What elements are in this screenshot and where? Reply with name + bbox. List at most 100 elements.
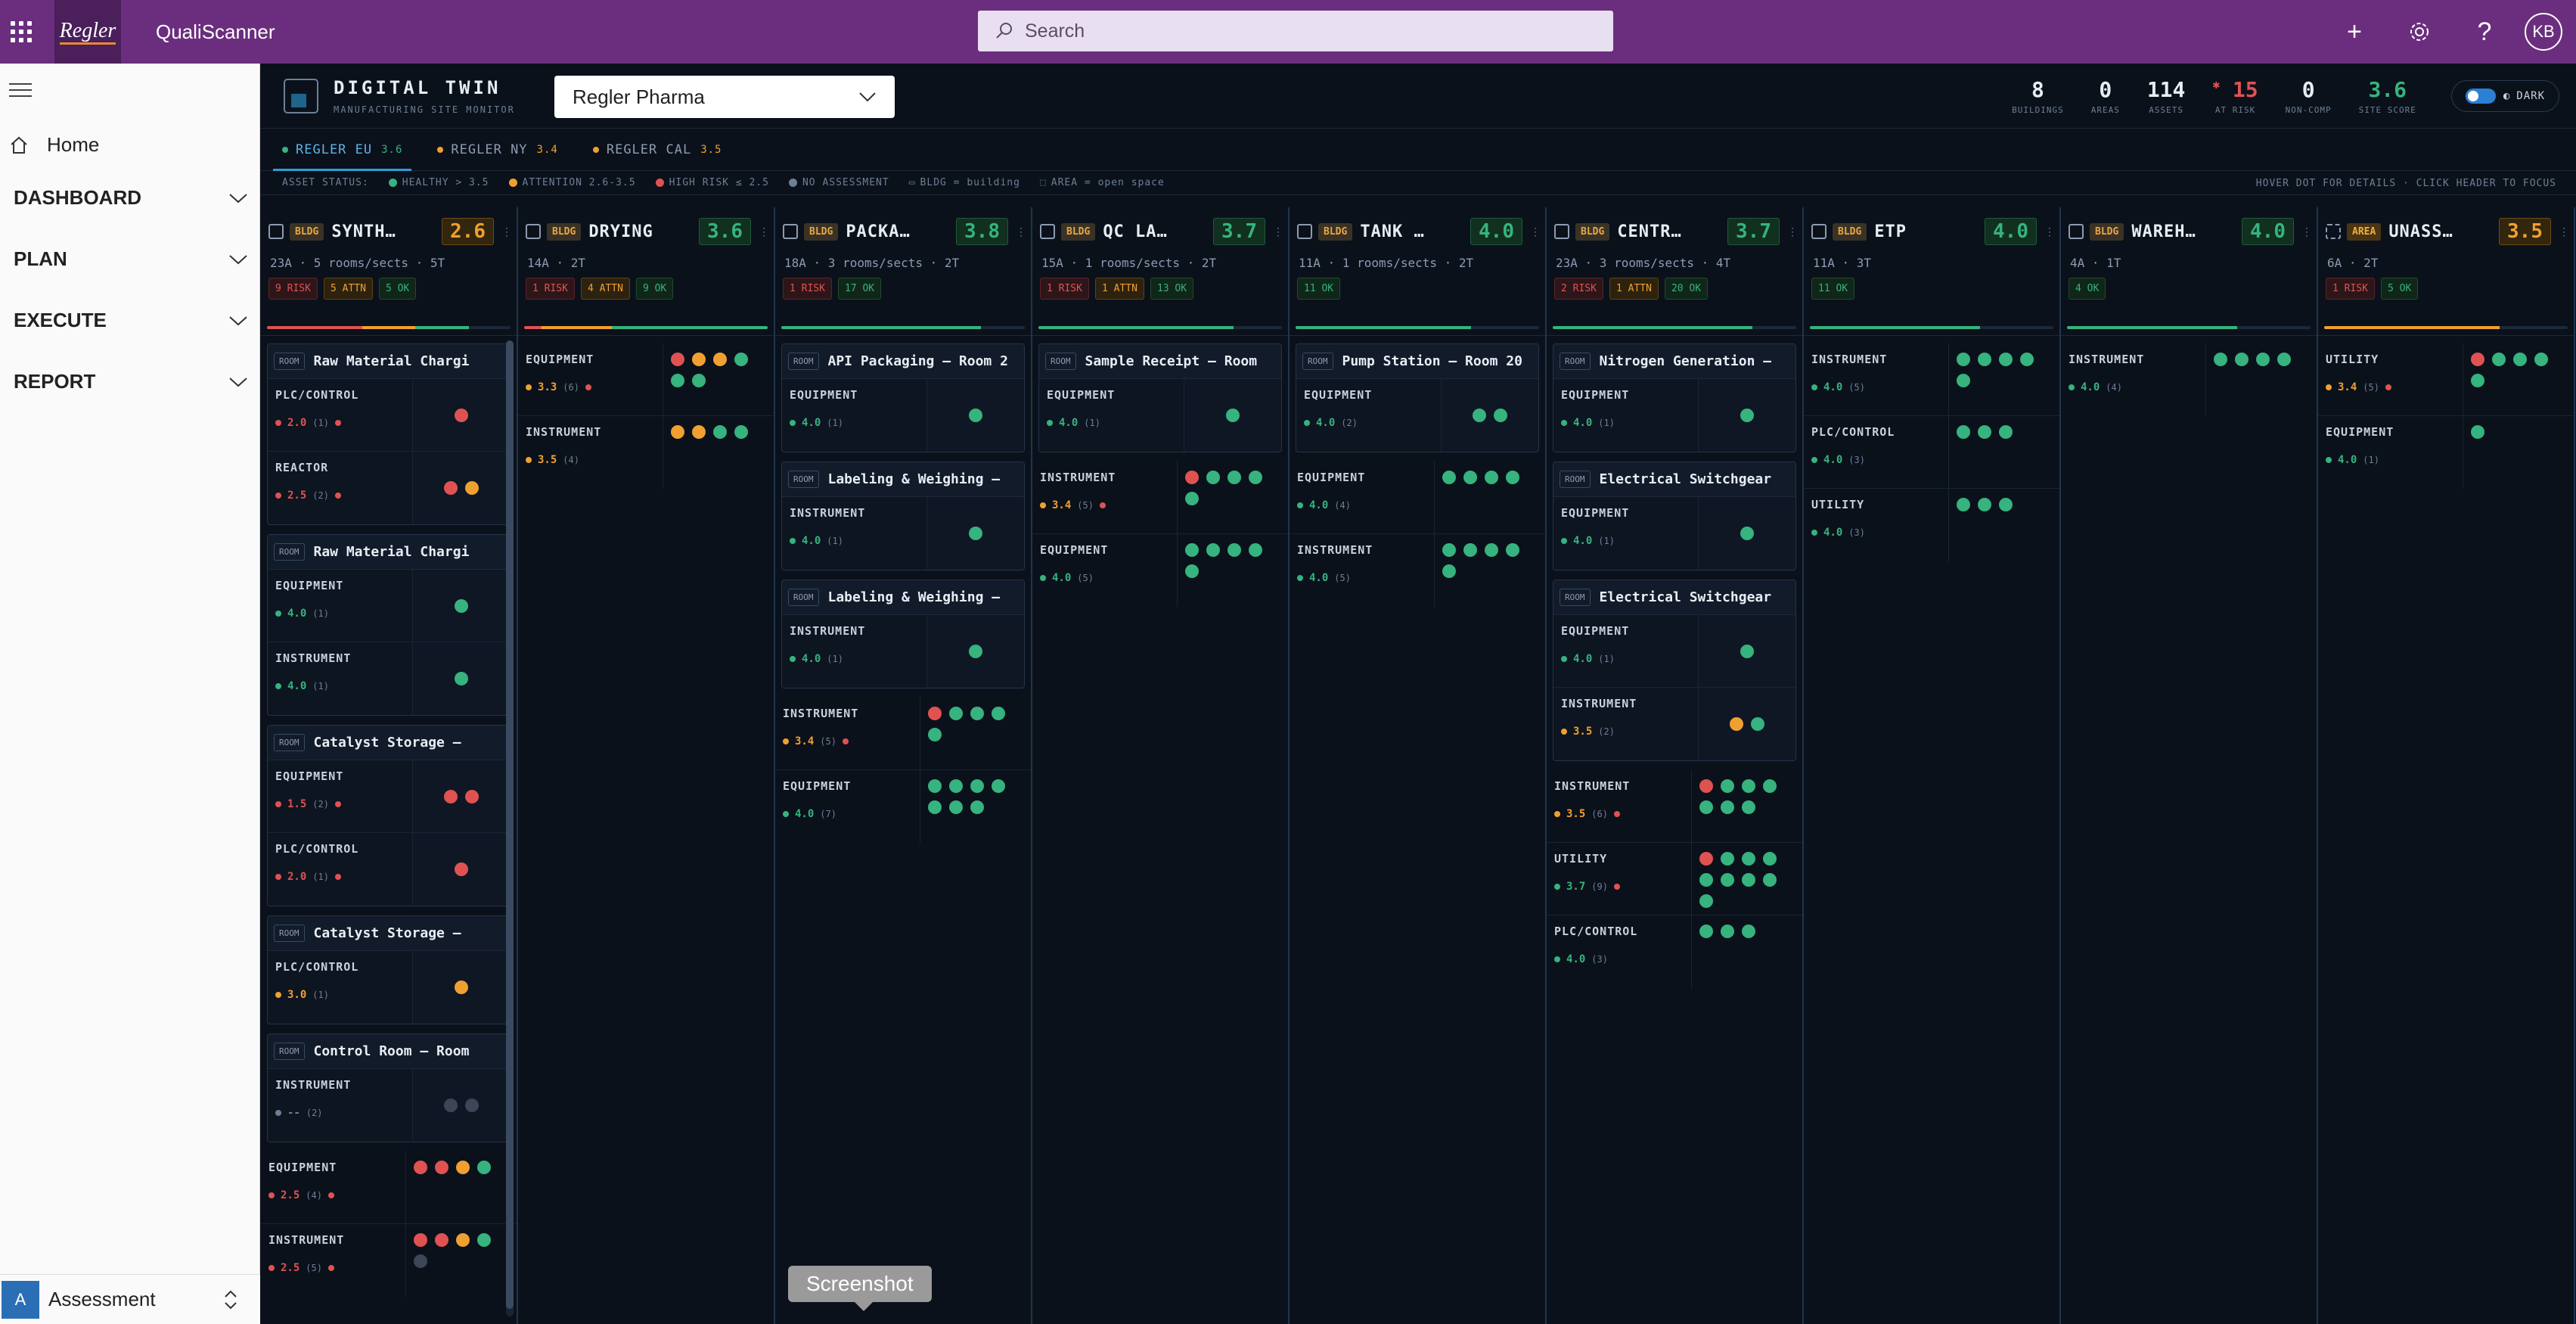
asset-category[interactable]: EQUIPMENT 2.5 (4) [261, 1152, 517, 1224]
nav-group-plan[interactable]: PLAN [14, 247, 248, 271]
asset-dot[interactable] [1721, 779, 1734, 793]
asset-dot[interactable] [1999, 425, 2013, 439]
asset-category[interactable]: INSTRUMENT 3.4 (5) [775, 698, 1031, 770]
asset-dot[interactable] [1249, 471, 1262, 484]
asset-dot[interactable] [1442, 471, 1456, 484]
room-card[interactable]: ROOM Raw Material Chargi EQUIPMENT 4.0 (1) IN… [267, 534, 511, 716]
asset-dot[interactable] [2534, 353, 2548, 366]
building-header[interactable]: BLDG PACKA… 3.8 ⋮ 18A · 3 rooms/sects · 2T 1 … [775, 207, 1031, 336]
room-card[interactable]: ROOM Sample Receipt – Room EQUIPMENT 4.0 (1) [1038, 343, 1282, 452]
building-header[interactable]: AREA UNASS… 3.5 ⋮ 6A · 2T 1 RISK 5 OK [2318, 207, 2574, 336]
asset-dot[interactable] [1442, 543, 1456, 557]
site-select[interactable]: Regler Pharma [554, 76, 895, 118]
asset-dot[interactable] [1978, 353, 1991, 366]
asset-dot[interactable] [435, 1161, 448, 1174]
asset-category[interactable]: INSTRUMENT 4.0 (4) [2061, 343, 2317, 416]
asset-dot[interactable] [456, 1161, 470, 1174]
building-header[interactable]: BLDG SYNTH… 2.6 ⋮ 23A · 5 rooms/sects · 5T 9 … [261, 207, 517, 336]
asset-dot[interactable] [1751, 717, 1764, 731]
asset-dot[interactable] [414, 1254, 427, 1268]
asset-dot[interactable] [1485, 471, 1498, 484]
asset-dot[interactable] [692, 374, 706, 387]
room-header[interactable]: ROOM Catalyst Storage – [268, 916, 510, 951]
asset-dot[interactable] [465, 789, 479, 803]
asset-dot[interactable] [1494, 409, 1507, 422]
room-header[interactable]: ROOM Pump Station – Room 20 [1296, 344, 1538, 379]
asset-category[interactable]: EQUIPMENT 4.0 (1) [782, 379, 1024, 452]
kebab-icon[interactable]: ⋮ [1273, 226, 1283, 238]
room-card[interactable]: ROOM Labeling & Weighing – INSTRUMENT 4.0 (1… [781, 462, 1025, 570]
building-header[interactable]: BLDG ETP 4.0 ⋮ 11A · 3T 11 OK [1804, 207, 2059, 336]
kebab-icon[interactable]: ⋮ [1787, 226, 1798, 238]
asset-dot[interactable] [1763, 852, 1777, 866]
asset-category[interactable]: EQUIPMENT 4.0 (1) [1553, 615, 1795, 688]
asset-dot[interactable] [2020, 353, 2034, 366]
asset-category[interactable]: UTILITY 3.7 (9) [1547, 843, 1802, 915]
asset-dot[interactable] [970, 707, 984, 720]
avatar[interactable]: KB [2525, 13, 2562, 51]
tab-regler-ny[interactable]: REGLER NY 3.4 [437, 129, 557, 171]
asset-category[interactable]: EQUIPMENT 4.0 (5) [1032, 534, 1288, 607]
nav-group-report[interactable]: REPORT [14, 370, 248, 393]
asset-category[interactable]: INSTRUMENT -- (2) [268, 1069, 510, 1142]
asset-dot[interactable] [1721, 852, 1734, 866]
asset-dot[interactable] [949, 779, 963, 793]
kebab-icon[interactable]: ⋮ [2559, 226, 2569, 238]
asset-dot[interactable] [1699, 873, 1713, 887]
nav-home[interactable]: Home [9, 133, 99, 157]
workspace-switcher[interactable]: A Assessment [0, 1274, 260, 1324]
nav-group-dashboard[interactable]: DASHBOARD [14, 186, 248, 210]
asset-category[interactable]: INSTRUMENT 4.0 (1) [782, 615, 1024, 688]
asset-dot[interactable] [1730, 717, 1743, 731]
asset-dot[interactable] [1999, 498, 2013, 511]
asset-dot[interactable] [465, 1099, 479, 1112]
asset-dot[interactable] [1721, 873, 1734, 887]
room-card[interactable]: ROOM Control Room – Room INSTRUMENT -- (2) [267, 1033, 511, 1142]
asset-dot[interactable] [455, 862, 468, 876]
asset-dot[interactable] [1485, 543, 1498, 557]
asset-dot[interactable] [455, 981, 468, 994]
asset-dot[interactable] [1763, 873, 1777, 887]
tab-regler-eu[interactable]: REGLER EU 3.6 [272, 129, 412, 171]
room-card[interactable]: ROOM Labeling & Weighing – INSTRUMENT 4.0 (1… [781, 580, 1025, 688]
asset-category[interactable]: INSTRUMENT 3.5 (4) [518, 416, 774, 489]
asset-dot[interactable] [455, 598, 468, 613]
asset-dot[interactable] [435, 1233, 448, 1247]
room-card[interactable]: ROOM API Packaging – Room 2 EQUIPMENT 4.0 (1… [781, 343, 1025, 452]
asset-category[interactable]: INSTRUMENT 4.0 (5) [1290, 534, 1545, 607]
asset-dot[interactable] [1742, 873, 1755, 887]
asset-category[interactable]: PLC/CONTROL 2.0 (1) [268, 379, 510, 452]
kebab-icon[interactable]: ⋮ [1016, 226, 1026, 238]
asset-category[interactable]: INSTRUMENT 3.5 (2) [1553, 688, 1795, 760]
asset-dot[interactable] [477, 1233, 491, 1247]
hamburger-menu-icon[interactable] [9, 83, 32, 101]
room-card[interactable]: ROOM Electrical Switchgear EQUIPMENT 4.0 (1)… [1553, 580, 1796, 761]
asset-dot[interactable] [444, 789, 458, 803]
room-header[interactable]: ROOM API Packaging – Room 2 [782, 344, 1024, 379]
asset-dot[interactable] [456, 1233, 470, 1247]
kebab-icon[interactable]: ⋮ [1530, 226, 1541, 238]
kebab-icon[interactable]: ⋮ [759, 226, 769, 238]
asset-dot[interactable] [1763, 779, 1777, 793]
room-card[interactable]: ROOM Electrical Switchgear EQUIPMENT 4.0 (1) [1553, 462, 1796, 570]
asset-dot[interactable] [1227, 543, 1241, 557]
asset-dot[interactable] [2471, 353, 2484, 366]
asset-dot[interactable] [2471, 425, 2484, 439]
asset-category[interactable]: UTILITY 3.4 (5) [2318, 343, 2574, 416]
asset-category[interactable]: EQUIPMENT 4.0 (1) [1553, 497, 1795, 570]
asset-category[interactable]: PLC/CONTROL 3.0 (1) [268, 951, 510, 1024]
theme-toggle[interactable]: ◐ DARK [2450, 80, 2559, 112]
asset-category[interactable]: UTILITY 4.0 (3) [1804, 489, 2059, 561]
asset-category[interactable]: PLC/CONTROL 4.0 (3) [1547, 915, 1802, 988]
asset-dot[interactable] [1185, 564, 1199, 578]
asset-category[interactable]: INSTRUMENT 4.0 (1) [782, 497, 1024, 570]
asset-dot[interactable] [1740, 409, 1754, 422]
asset-dot[interactable] [692, 425, 706, 439]
asset-category[interactable]: REACTOR 2.5 (2) [268, 452, 510, 524]
asset-dot[interactable] [1721, 925, 1734, 938]
asset-dot[interactable] [1699, 800, 1713, 814]
room-header[interactable]: ROOM Sample Receipt – Room [1039, 344, 1281, 379]
asset-dot[interactable] [1699, 779, 1713, 793]
asset-dot[interactable] [949, 800, 963, 814]
asset-dot[interactable] [444, 1099, 458, 1112]
